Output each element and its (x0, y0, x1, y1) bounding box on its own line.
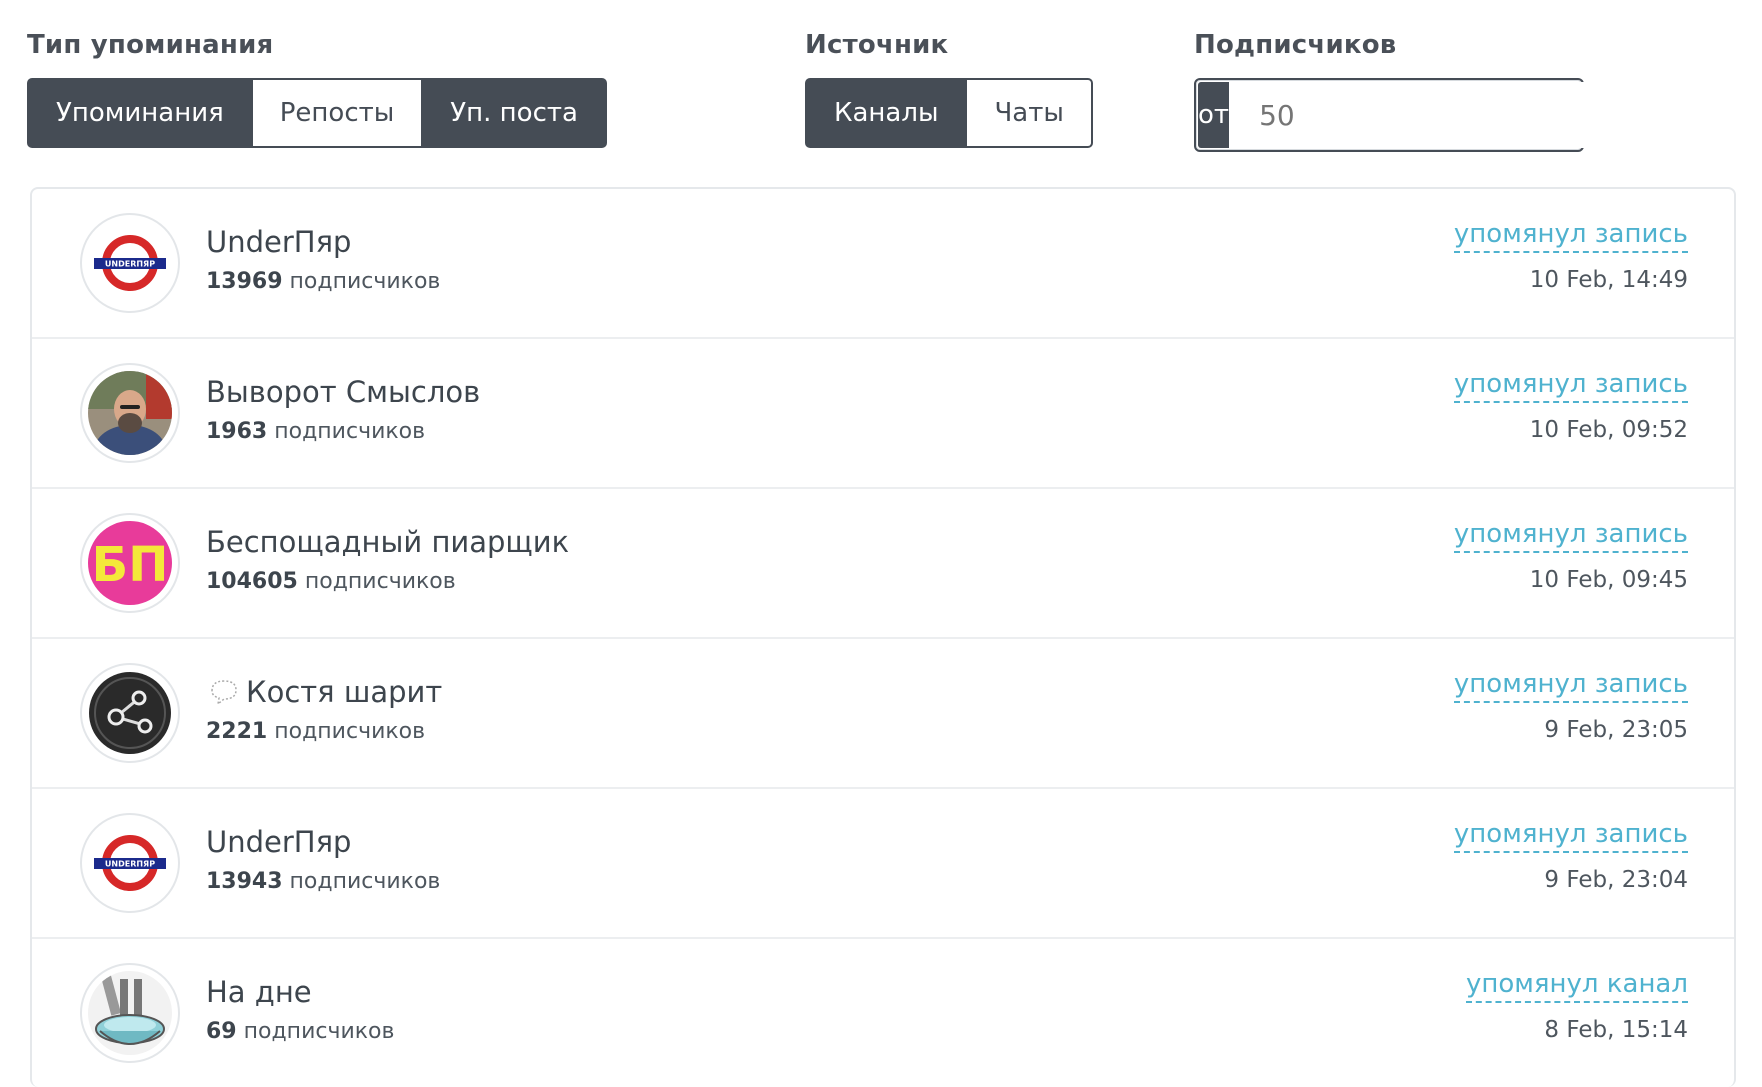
subscribers-input-group: от (1194, 78, 1609, 152)
reposts-toggle-button[interactable]: Репосты (252, 78, 424, 148)
underground-logo-icon: UNDERПЯР (94, 235, 166, 291)
channel-name[interactable]: Беспощадный пиарщик (206, 525, 569, 559)
list-item: БП Беспощадный пиарщик 104605 подписчико… (32, 489, 1734, 639)
source-label: Источник (805, 30, 949, 60)
subscribers-prefix: от (1198, 82, 1230, 148)
list-item: На дне 69 подписчиков упомянул канал 8 F… (32, 939, 1734, 1087)
subscriber-count: 1963 подписчиков (206, 419, 426, 444)
subscriber-count: 13969 подписчиков (206, 269, 441, 294)
source-filter: Источник Каналы Чаты (805, 28, 1093, 148)
subscriber-count: 69 подписчиков (206, 1019, 395, 1044)
mentions-toggle-button[interactable]: Упоминания (27, 78, 253, 148)
channel-avatar[interactable] (80, 963, 180, 1063)
source-buttons: Каналы Чаты (805, 78, 1093, 148)
subscriber-count: 2221 подписчиков (206, 719, 426, 744)
channel-name[interactable]: UnderПяр (206, 225, 351, 259)
subscribers-label: Подписчиков (1194, 30, 1397, 60)
channel-avatar[interactable] (80, 663, 180, 763)
filters-bar: Тип упоминания Упоминания Репосты Уп. по… (0, 0, 1762, 190)
speech-bubble-icon (211, 680, 237, 706)
list-item: Костя шарит 2221 подписчиков упомянул за… (32, 639, 1734, 789)
mention-time: 9 Feb, 23:05 (1544, 717, 1688, 743)
subscribers-min-input[interactable] (1229, 82, 1609, 148)
svg-text:БП: БП (92, 537, 169, 593)
bp-logo-icon: БП (88, 521, 172, 605)
list-item: Выворот Смыслов 1963 подписчиков упомяну… (32, 339, 1734, 489)
chats-toggle-button[interactable]: Чаты (967, 78, 1093, 148)
channel-name[interactable]: На дне (206, 975, 312, 1009)
channel-avatar[interactable]: БП (80, 513, 180, 613)
mention-link[interactable]: упомянул канал (1465, 969, 1688, 1003)
channel-avatar[interactable]: UNDERПЯР (80, 213, 180, 313)
subscribers-filter: Подписчиков от (1194, 28, 1609, 152)
mention-link[interactable]: упомянул запись (1453, 669, 1688, 703)
channel-name-text: Костя шарит (246, 675, 443, 709)
list-item: UNDERПЯР UnderПяр 13943 подписчиков упом… (32, 789, 1734, 939)
mention-link[interactable]: упомянул запись (1453, 519, 1688, 553)
basin-illustration-icon (88, 971, 172, 1055)
post-mentions-toggle-button[interactable]: Уп. поста (423, 78, 607, 148)
svg-text:UNDERПЯР: UNDERПЯР (105, 260, 155, 269)
mention-time: 8 Feb, 15:14 (1544, 1017, 1688, 1043)
person-photo-icon (88, 371, 172, 455)
underground-logo-icon: UNDERПЯР (94, 835, 166, 891)
channel-avatar[interactable] (80, 363, 180, 463)
mention-time: 9 Feb, 23:04 (1544, 867, 1688, 893)
share-icon (89, 672, 171, 754)
channel-name[interactable]: UnderПяр (206, 825, 351, 859)
channel-name[interactable]: Выворот Смыслов (206, 375, 480, 409)
mention-time: 10 Feb, 09:45 (1529, 567, 1688, 593)
svg-text:UNDERПЯР: UNDERПЯР (105, 860, 155, 869)
mention-link[interactable]: упомянул запись (1453, 819, 1688, 853)
mention-type-filter: Тип упоминания Упоминания Репосты Уп. по… (27, 28, 607, 148)
mentions-list: UNDERПЯР UnderПяр 13969 подписчиков упом… (30, 187, 1736, 1087)
mention-type-buttons: Упоминания Репосты Уп. поста (27, 78, 607, 148)
mention-type-label: Тип упоминания (27, 30, 274, 60)
mention-link[interactable]: упомянул запись (1453, 219, 1688, 253)
channel-name[interactable]: Костя шарит (206, 675, 442, 709)
list-item: UNDERПЯР UnderПяр 13969 подписчиков упом… (32, 189, 1734, 339)
channel-avatar[interactable]: UNDERПЯР (80, 813, 180, 913)
channels-toggle-button[interactable]: Каналы (805, 78, 968, 148)
subscriber-count: 104605 подписчиков (206, 569, 456, 594)
mention-time: 10 Feb, 09:52 (1529, 417, 1688, 443)
mention-link[interactable]: упомянул запись (1453, 369, 1688, 403)
subscriber-count: 13943 подписчиков (206, 869, 441, 894)
mention-time: 10 Feb, 14:49 (1529, 267, 1688, 293)
